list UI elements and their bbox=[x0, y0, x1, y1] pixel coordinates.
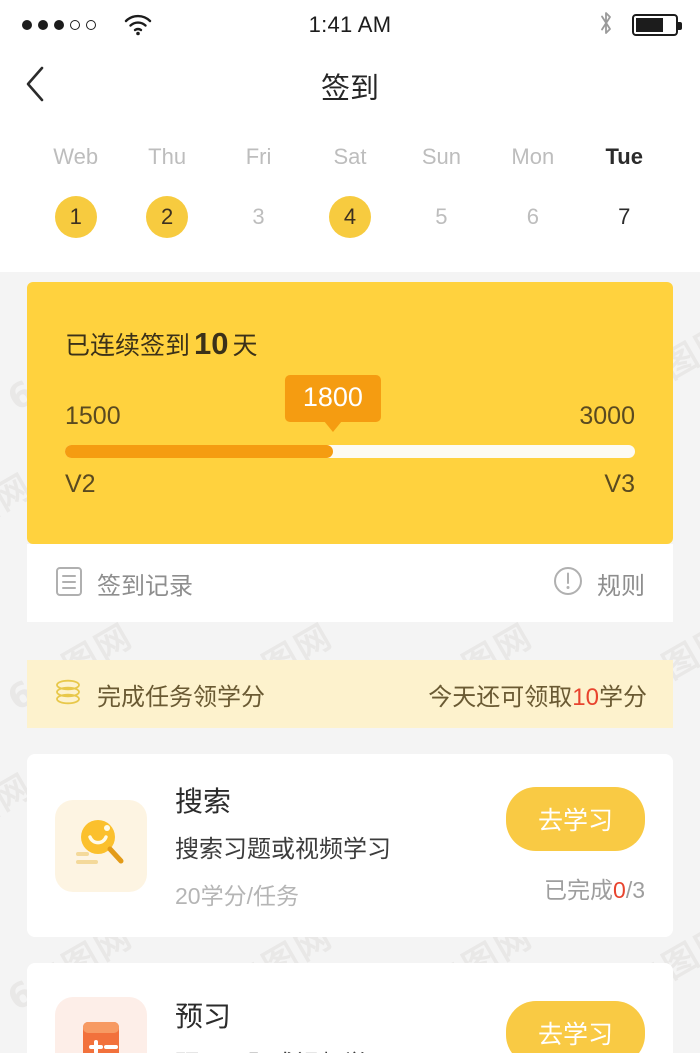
day-number[interactable]: 1 bbox=[54, 196, 97, 238]
progress-max-label: 3000 bbox=[579, 402, 635, 430]
streak-text: 已连续签到 10 天 bbox=[65, 326, 635, 362]
credits-remaining: 今天还可领取10学分 bbox=[428, 677, 647, 712]
weekday-label: Web bbox=[53, 144, 99, 169]
week-day-column[interactable]: Thu 2 bbox=[121, 144, 212, 238]
search-smile-icon bbox=[70, 812, 132, 879]
weekday-label: Sun bbox=[421, 144, 461, 169]
weekday-label: Tue bbox=[605, 144, 643, 169]
task-icon-container bbox=[55, 997, 147, 1053]
signal-dot bbox=[38, 20, 48, 30]
signal-strength-dots bbox=[22, 20, 96, 30]
day-number[interactable]: 2 bbox=[146, 196, 189, 238]
signal-dot bbox=[70, 20, 80, 30]
signal-dot bbox=[54, 20, 64, 30]
week-day-column[interactable]: Sat 4 bbox=[304, 144, 395, 238]
task-progress: 已完成0/3 bbox=[506, 871, 645, 905]
signin-progress-card: 已连续签到 10 天 1500 3000 1800 V2 V3 bbox=[27, 282, 673, 544]
task-progress-done: 0 bbox=[613, 876, 626, 903]
rules-label: 规则 bbox=[597, 572, 645, 600]
credits-remaining-amount: 10 bbox=[572, 683, 599, 711]
week-day-column[interactable]: Sun 5 bbox=[396, 144, 487, 238]
status-bar: 1:41 AM bbox=[0, 0, 700, 50]
status-bar-time: 1:41 AM bbox=[308, 12, 392, 37]
back-button[interactable] bbox=[0, 50, 70, 122]
bluetooth-icon bbox=[598, 10, 614, 41]
progress-track[interactable]: 1800 bbox=[65, 375, 635, 458]
signal-dot bbox=[22, 20, 32, 30]
signal-dot bbox=[86, 20, 96, 30]
record-rules-bar: 签到记录 规则 bbox=[27, 544, 673, 622]
clipboard-list-icon bbox=[55, 565, 83, 602]
rules-button[interactable]: 规则 bbox=[553, 566, 645, 601]
task-subtitle: 预习习题或视频学习 bbox=[175, 1044, 506, 1053]
app-screen: 1:41 AM 签到 Web 1 Thu 2 Fri 3 Sat 4 Sun 5… bbox=[0, 0, 700, 1053]
level-to-label: V3 bbox=[604, 470, 635, 498]
credits-remaining-prefix: 今天还可领取 bbox=[428, 683, 573, 711]
weekday-label: Thu bbox=[148, 144, 187, 169]
go-study-button[interactable]: 去学习 bbox=[505, 786, 645, 851]
calculator-icon bbox=[72, 1012, 130, 1053]
coins-icon bbox=[53, 678, 83, 711]
day-number[interactable]: 4 bbox=[328, 196, 371, 238]
progress-min-label: 1500 bbox=[65, 402, 121, 430]
signin-record-button[interactable]: 签到记录 bbox=[55, 565, 193, 602]
day-number[interactable]: 3 bbox=[238, 196, 280, 238]
week-day-column[interactable]: Mon 6 bbox=[487, 144, 578, 238]
task-credit-meta: 20学分/任务 bbox=[175, 883, 299, 909]
task-title: 搜索 bbox=[175, 786, 232, 817]
credits-remaining-suffix: 学分 bbox=[599, 683, 647, 711]
streak-days: 10 bbox=[194, 326, 229, 361]
signin-record-label: 签到记录 bbox=[97, 572, 193, 600]
streak-suffix: 天 bbox=[232, 332, 258, 360]
wifi-icon bbox=[124, 14, 152, 36]
day-number[interactable]: 6 bbox=[512, 196, 554, 238]
progress-fill bbox=[65, 445, 333, 458]
credits-banner[interactable]: 完成任务领学分 今天还可领取10学分 bbox=[27, 660, 673, 728]
week-day-column[interactable]: Web 1 bbox=[30, 144, 121, 238]
page-title: 签到 bbox=[320, 73, 379, 105]
task-subtitle: 搜索习题或视频学习 bbox=[175, 836, 391, 863]
week-day-column-today[interactable]: Tue 7 bbox=[579, 144, 670, 238]
day-number[interactable]: 7 bbox=[603, 196, 645, 238]
go-study-button[interactable]: 去学习 bbox=[505, 1001, 645, 1053]
week-calendar: Web 1 Thu 2 Fri 3 Sat 4 Sun 5 Mon 6 Tue … bbox=[0, 122, 700, 272]
battery-icon bbox=[632, 14, 682, 36]
info-circle-icon bbox=[553, 566, 583, 601]
nav-bar: 签到 bbox=[0, 50, 700, 122]
task-progress-total: /3 bbox=[625, 876, 645, 903]
task-icon-container bbox=[55, 799, 147, 892]
weekday-label: Fri bbox=[245, 144, 272, 169]
current-value-tooltip: 1800 bbox=[284, 375, 381, 432]
credits-banner-label: 完成任务领学分 bbox=[97, 683, 265, 711]
weekday-label: Mon bbox=[511, 144, 555, 169]
weekday-label: Sat bbox=[333, 144, 367, 169]
task-card[interactable]: 搜索 搜索习题或视频学习 20学分/任务 去学习 已完成0/3 bbox=[27, 754, 673, 937]
week-day-column[interactable]: Fri 3 bbox=[213, 144, 304, 238]
level-from-label: V2 bbox=[65, 470, 96, 498]
level-progress: 1500 3000 1800 V2 V3 bbox=[65, 375, 635, 499]
task-card[interactable]: 预习 预习习题或视频学习 去学习 bbox=[27, 963, 673, 1053]
task-progress-prefix: 已完成 bbox=[544, 876, 614, 903]
streak-prefix: 已连续签到 bbox=[65, 332, 191, 360]
chevron-left-icon bbox=[24, 65, 46, 108]
task-title: 预习 bbox=[175, 1000, 232, 1032]
day-number[interactable]: 5 bbox=[420, 196, 462, 238]
